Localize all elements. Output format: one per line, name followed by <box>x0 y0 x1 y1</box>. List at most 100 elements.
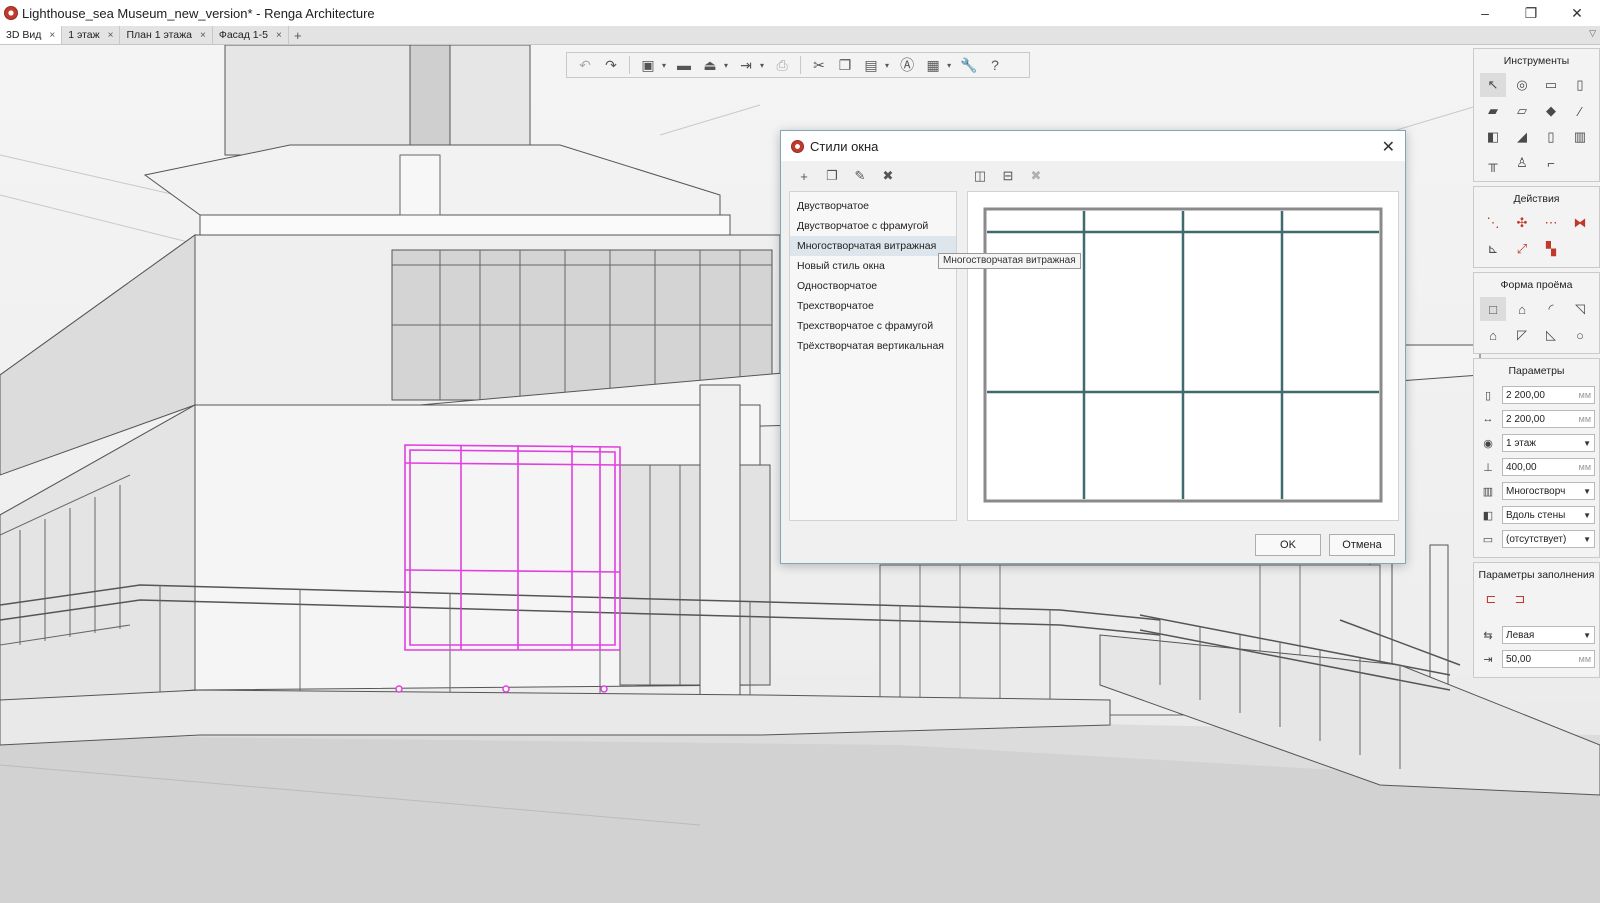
opening-shape-title: Форма проёма <box>1500 279 1573 291</box>
mirror-icon[interactable]: ⧓ <box>1567 211 1593 235</box>
paste-icon[interactable]: ▤ <box>859 54 883 76</box>
height-field[interactable]: 2 200,00 мм <box>1502 386 1595 404</box>
tab-overflow-icon[interactable]: ▽ <box>1589 28 1596 39</box>
level-select[interactable]: 1 этаж ▼ <box>1502 434 1595 452</box>
scale-icon[interactable]: ⤢ <box>1509 237 1535 261</box>
column-icon[interactable]: ▯ <box>1567 73 1593 97</box>
tab-close-icon[interactable]: × <box>276 30 282 41</box>
slope-shape-icon[interactable]: ◸ <box>1509 323 1535 347</box>
floor-icon[interactable]: ▱ <box>1509 99 1535 123</box>
duplicate-style-icon[interactable]: ❐ <box>823 167 841 185</box>
chevron-down-icon: ▼ <box>1583 510 1591 520</box>
delete-division-icon[interactable]: ✖ <box>1027 167 1045 185</box>
tab-close-icon[interactable]: × <box>108 30 114 41</box>
chevron-down-icon: ▼ <box>1583 534 1591 544</box>
offset-icon[interactable]: ⊾ <box>1480 237 1506 261</box>
cut-icon[interactable]: ✂ <box>807 54 831 76</box>
copy-objects-icon[interactable]: ▚ <box>1538 237 1564 261</box>
text-style-icon[interactable]: Ⓐ <box>895 54 919 76</box>
tab-floor-1[interactable]: 1 этаж × <box>62 26 121 44</box>
style-list-item[interactable]: Трехстворчатое с фрамугой <box>790 316 956 336</box>
ramp-icon[interactable]: ◢ <box>1509 125 1535 149</box>
trapezoid-shape-icon[interactable]: ◺ <box>1538 323 1564 347</box>
print-icon[interactable]: ⎙ <box>770 54 794 76</box>
tab-facade-1-5[interactable]: Фасад 1-5 × <box>212 26 289 44</box>
array-icon[interactable]: ⋯ <box>1538 211 1564 235</box>
style-list-item[interactable]: Двустворчатое с фрамугой <box>790 216 956 236</box>
style-list-item[interactable]: Двустворчатое <box>790 196 956 216</box>
slab-icon[interactable]: ▰ <box>1480 99 1506 123</box>
circle-shape-icon[interactable]: ○ <box>1567 323 1593 347</box>
gable-shape-icon[interactable]: ⌂ <box>1480 323 1506 347</box>
table-icon[interactable]: ▦ <box>921 54 945 76</box>
select-cursor-icon[interactable]: ↖ <box>1480 73 1506 97</box>
copy-icon[interactable]: ❐ <box>833 54 857 76</box>
chamfer-shape-icon[interactable]: ◹ <box>1567 297 1593 321</box>
open-folder-icon[interactable]: ▬ <box>672 54 696 76</box>
beam-icon[interactable]: ⁄ <box>1567 99 1593 123</box>
export-icon[interactable]: ⇥ <box>734 54 758 76</box>
rotate-icon[interactable]: ✣ <box>1509 211 1535 235</box>
title-bar: Lighthouse_sea Museum_new_version* - Ren… <box>0 0 1600 26</box>
frame-offset-field[interactable]: 50,00 мм <box>1502 650 1595 668</box>
view-cube-icon[interactable]: ▣ <box>636 54 660 76</box>
minimize-button[interactable]: – <box>1462 0 1508 26</box>
undo-icon[interactable]: ↶ <box>573 54 597 76</box>
tab-3d-view[interactable]: 3D Вид × <box>0 26 63 44</box>
width-field[interactable]: 2 200,00 мм <box>1502 410 1595 428</box>
tab-floor-1-plan[interactable]: План 1 этажа × <box>120 26 213 44</box>
cancel-button[interactable]: Отмена <box>1329 534 1395 556</box>
window-style-select[interactable]: Многостворч ▼ <box>1502 482 1595 500</box>
wrench-icon[interactable]: 🔧 <box>957 54 981 76</box>
tab-close-icon[interactable]: × <box>200 30 206 41</box>
label-select[interactable]: (отсутствует) ▼ <box>1502 530 1595 548</box>
close-window-button[interactable]: ✕ <box>1554 0 1600 26</box>
window-styles-dialog: Стили окна ✕ + ❐ ✎ ✖ ◫ ⊟ ✖ Двустворчатое… <box>780 130 1406 564</box>
style-list-item[interactable]: Новый стиль окна <box>790 256 956 276</box>
pipe-icon[interactable]: ⌐ <box>1538 151 1564 175</box>
sill-offset-field[interactable]: 400,00 мм <box>1502 458 1595 476</box>
style-list-item[interactable]: Трёхстворчатая вертикальная <box>790 336 956 356</box>
restore-button[interactable]: ❐ <box>1508 0 1554 26</box>
style-list-item[interactable]: Трехстворчатое <box>790 296 956 316</box>
opening-side-select[interactable]: Левая ▼ <box>1502 626 1595 644</box>
height-icon: ▯ <box>1484 389 1492 402</box>
placement-select[interactable]: Вдоль стены ▼ <box>1502 506 1595 524</box>
rectangle-shape-icon[interactable]: □ <box>1480 297 1506 321</box>
split-vertical-icon[interactable]: ◫ <box>971 167 989 185</box>
ok-button[interactable]: OK <box>1255 534 1321 556</box>
shapes-icon[interactable]: ◎ <box>1509 73 1535 97</box>
chevron-down-icon[interactable]: ▾ <box>947 61 951 70</box>
rename-style-icon[interactable]: ✎ <box>851 167 869 185</box>
chevron-down-icon[interactable]: ▾ <box>885 61 889 70</box>
help-icon[interactable]: ? <box>983 54 1007 76</box>
tab-close-icon[interactable]: × <box>49 30 55 41</box>
roof-icon[interactable]: ◆ <box>1538 99 1564 123</box>
equipment-icon[interactable]: ♙ <box>1509 151 1535 175</box>
fill-left-icon[interactable]: ⊏ <box>1478 587 1504 611</box>
move-icon[interactable]: ⋱ <box>1480 211 1506 235</box>
actions-title: Действия <box>1513 193 1560 205</box>
chevron-down-icon[interactable]: ▾ <box>760 61 764 70</box>
arch-shape-icon[interactable]: ⌂ <box>1509 297 1535 321</box>
style-list-item[interactable]: Одностворчатое <box>790 276 956 296</box>
add-tab-icon[interactable]: + <box>289 26 307 44</box>
stair-icon[interactable]: ◧ <box>1480 125 1506 149</box>
style-list-item-selected[interactable]: Многостворчатая витражная <box>790 236 956 256</box>
window-style-preview[interactable] <box>967 191 1399 521</box>
split-horizontal-icon[interactable]: ⊟ <box>999 167 1017 185</box>
fill-right-icon[interactable]: ⊐ <box>1507 587 1533 611</box>
window-icon[interactable]: ▥ <box>1567 125 1593 149</box>
door-icon[interactable]: ▯ <box>1538 125 1564 149</box>
save-icon[interactable]: ⏏ <box>698 54 722 76</box>
chevron-down-icon[interactable]: ▾ <box>724 61 728 70</box>
add-style-icon[interactable]: + <box>795 167 813 185</box>
chevron-down-icon[interactable]: ▾ <box>662 61 666 70</box>
railing-icon[interactable]: ╥ <box>1480 151 1506 175</box>
redo-icon[interactable]: ↷ <box>599 54 623 76</box>
delete-style-icon[interactable]: ✖ <box>879 167 897 185</box>
rounded-corner-shape-icon[interactable]: ◜ <box>1538 297 1564 321</box>
dialog-close-button[interactable]: ✕ <box>1382 137 1395 157</box>
wall-icon[interactable]: ▭ <box>1538 73 1564 97</box>
fill-parameters-group: Параметры заполнения ⊏ ⊐ ⇆ Левая ▼ ⇥ 50,0… <box>1473 562 1600 678</box>
